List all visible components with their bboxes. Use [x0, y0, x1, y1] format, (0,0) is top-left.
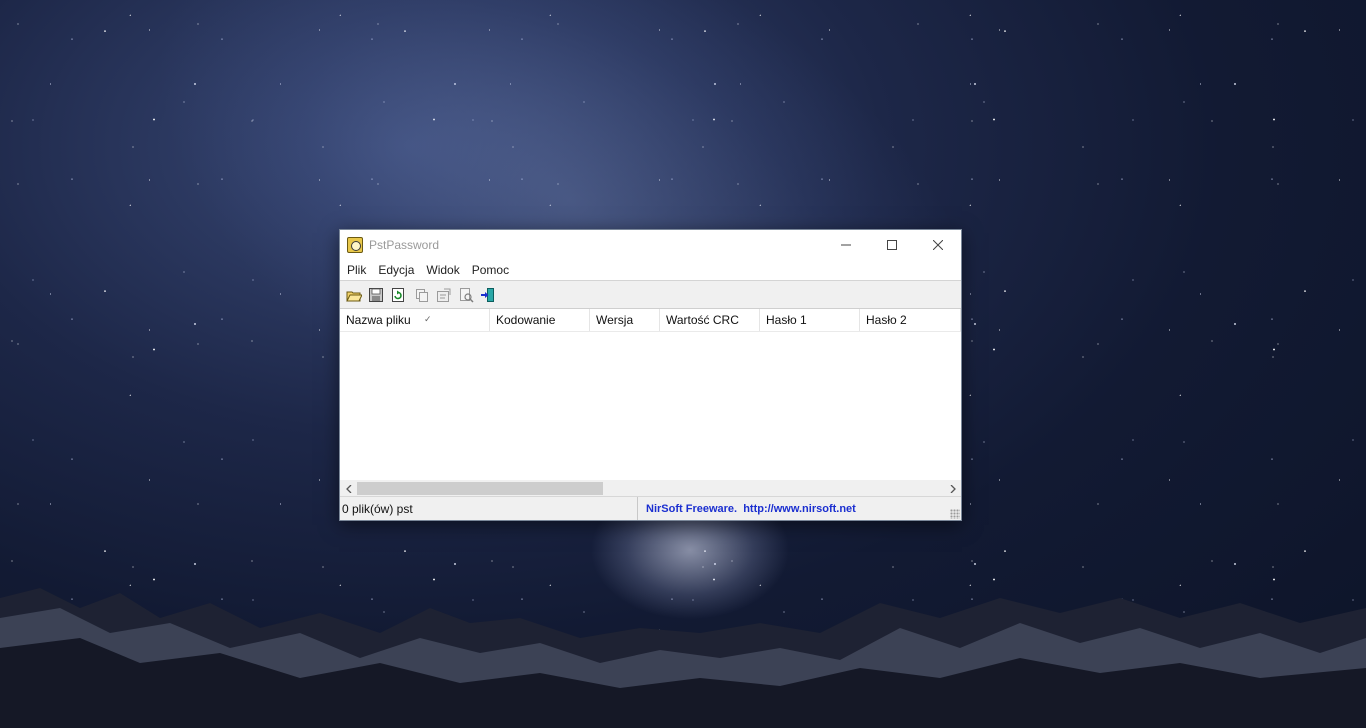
column-header-password1[interactable]: Hasło 1: [760, 309, 860, 331]
column-header-crc[interactable]: Wartość CRC: [660, 309, 760, 331]
properties-icon: [437, 288, 451, 302]
title-bar[interactable]: PstPassword: [340, 230, 961, 260]
toolbar: [340, 281, 961, 309]
scroll-thumb[interactable]: [357, 482, 603, 495]
menu-bar: Plik Edycja Widok Pomoc: [340, 260, 961, 281]
list-header: Nazwa pliku ✓ Kodowanie Wersja Wartość C…: [340, 309, 961, 332]
exit-icon: [481, 287, 494, 302]
app-icon[interactable]: [347, 237, 363, 253]
copy-icon: [416, 288, 428, 302]
maximize-button[interactable]: [869, 230, 915, 260]
horizontal-scrollbar[interactable]: [340, 480, 961, 497]
chevron-left-icon: [345, 484, 351, 493]
app-window: PstPassword Plik Edycja Widok Pomoc Nazw…: [339, 229, 962, 521]
nirsoft-link[interactable]: NirSoft Freeware. http://www.nirsoft.net: [638, 497, 961, 520]
column-header-filename[interactable]: Nazwa pliku ✓: [340, 309, 490, 331]
maximize-icon: [887, 240, 897, 250]
scroll-left-button[interactable]: [340, 480, 357, 497]
status-file-count: 0 plik(ów) pst: [340, 497, 638, 520]
minimize-icon: [841, 244, 851, 246]
refresh-button[interactable]: [387, 284, 409, 306]
menu-edycja[interactable]: Edycja: [373, 263, 419, 277]
list-body[interactable]: [340, 332, 961, 480]
find-icon: [460, 287, 474, 303]
column-header-version[interactable]: Wersja: [590, 309, 660, 331]
resize-grip-icon[interactable]: [950, 509, 960, 519]
menu-pomoc[interactable]: Pomoc: [467, 263, 514, 277]
minimize-button[interactable]: [823, 230, 869, 260]
save-button[interactable]: [365, 284, 387, 306]
window-controls: [823, 230, 961, 260]
window-title: PstPassword: [369, 238, 440, 252]
close-button[interactable]: [915, 230, 961, 260]
close-icon: [933, 240, 943, 250]
properties-button[interactable]: [433, 284, 455, 306]
open-button[interactable]: [343, 284, 365, 306]
desktop-mountains: [0, 588, 1366, 728]
exit-button[interactable]: [477, 284, 499, 306]
menu-plik[interactable]: Plik: [342, 263, 371, 277]
column-header-password2[interactable]: Hasło 2: [860, 309, 961, 331]
copy-button[interactable]: [411, 284, 433, 306]
refresh-icon: [392, 287, 404, 302]
file-list[interactable]: Nazwa pliku ✓ Kodowanie Wersja Wartość C…: [340, 309, 961, 498]
find-button[interactable]: [455, 284, 477, 306]
scroll-right-button[interactable]: [944, 480, 961, 497]
chevron-right-icon: [950, 484, 956, 493]
status-bar: 0 plik(ów) pst NirSoft Freeware. http://…: [340, 496, 961, 520]
sort-ascending-icon: ✓: [424, 314, 432, 324]
column-header-encoding[interactable]: Kodowanie: [490, 309, 590, 331]
save-icon: [369, 287, 383, 302]
open-folder-icon: [346, 291, 362, 301]
scroll-track[interactable]: [357, 480, 944, 497]
menu-widok[interactable]: Widok: [421, 263, 464, 277]
